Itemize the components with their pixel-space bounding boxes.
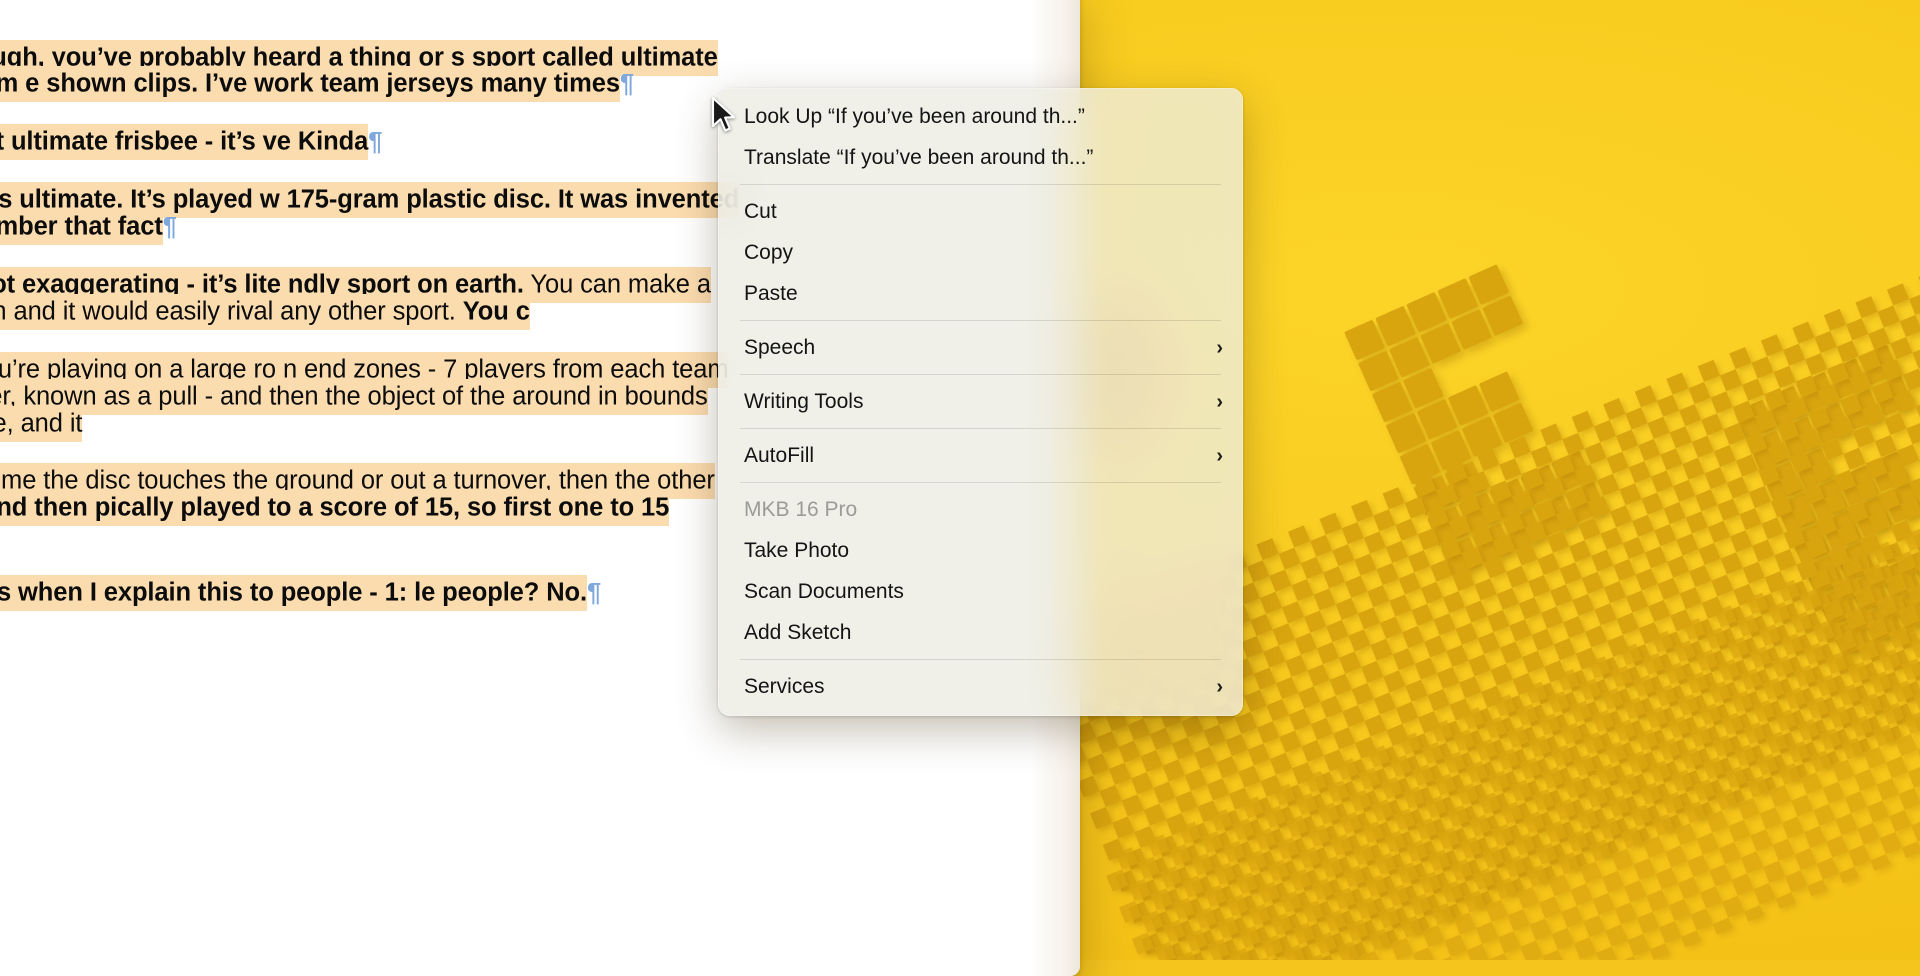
document-paragraph: nt to say it’s literally - and I’m not e… <box>0 271 751 325</box>
text-run: most frequently asked questions when I e… <box>0 579 407 607</box>
text-run: n with the disc or it's a travel. Anytim… <box>0 467 425 495</box>
pilcrow-mark: ¶ <box>368 128 382 156</box>
menu-item-label: Cut <box>744 200 1225 224</box>
menu-item-look-up[interactable]: Look Up “If you’ve been around th...” <box>718 96 1243 137</box>
text-run: he thing you should know about ultimate … <box>0 128 291 156</box>
text-run: Kinda <box>298 128 368 156</box>
pilcrow-mark: ¶ <box>587 579 601 607</box>
document-paragraph: ultimate frisbee. Better known as ultima… <box>0 187 751 241</box>
menu-item-add-sketch[interactable]: Add Sketch <box>718 612 1243 653</box>
text-run: ingle season and it would easily rival a… <box>0 297 463 325</box>
chevron-right-icon: › <box>1216 392 1223 412</box>
highlighted-text-run: ultimate frisbee. Better known as ultima… <box>0 182 739 245</box>
menu-item-services[interactable]: Services› <box>718 666 1243 707</box>
menu-item-label: Look Up “If you’ve been around th...” <box>744 105 1225 129</box>
menu-item-paste[interactable]: Paste <box>718 273 1243 314</box>
highlighted-text-run: ules are actually pretty simple - you’re… <box>0 352 728 442</box>
pilcrow-mark: ¶ <box>163 213 177 241</box>
highlighted-text-run: he thing you should know about ultimate … <box>0 124 368 160</box>
menu-item-label: Translate “If you’ve been around th...” <box>744 146 1225 170</box>
menu-separator <box>740 374 1221 375</box>
menu-item-label: Services <box>744 675 1216 699</box>
menu-separator <box>740 320 1221 321</box>
menu-item-label: Paste <box>744 282 1225 306</box>
text-context-menu[interactable]: Look Up “If you’ve been around th...” Tra… <box>718 88 1243 716</box>
menu-item-translate[interactable]: Translate “If you’ve been around th...” <box>718 137 1243 178</box>
pilcrow-mark: ¶ <box>620 70 634 98</box>
document-paragraph: ules are actually pretty simple - you’re… <box>0 356 751 437</box>
chevron-right-icon: › <box>1216 446 1223 466</box>
menu-item-label: MKB 16 Pro <box>744 498 1225 522</box>
text-run: le people? No. <box>414 579 587 607</box>
menu-item-scan-documents[interactable]: Scan Documents <box>718 571 1243 612</box>
text-run: And then <box>0 494 88 522</box>
text-run: e shown clips. I’ve work team jerseys ma… <box>25 70 620 98</box>
menu-item-speech[interactable]: Speech› <box>718 327 1243 368</box>
text-run: n 1968... remember that fact <box>0 213 163 241</box>
highlighted-text-run: most frequently asked questions when I e… <box>0 575 587 611</box>
menu-item-label: Take Photo <box>744 539 1225 563</box>
chevron-right-icon: › <box>1216 338 1223 358</box>
text-run: pically played to a score of 15, so firs… <box>0 494 669 549</box>
document-paragraph: most frequently asked questions when I e… <box>0 580 751 607</box>
menu-separator <box>740 184 1221 185</box>
menu-item-autofill[interactable]: AutoFill› <box>718 435 1243 476</box>
text-run: You c <box>463 297 530 325</box>
menu-item-label: Add Sketch <box>744 621 1225 645</box>
menu-item-label: Speech <box>744 336 1216 360</box>
text-run: ultimate frisbee. Better known as ultima… <box>0 186 280 214</box>
text-run: ndly sport on earth. <box>288 270 524 298</box>
highlighted-text-run: n with the disc or it's a travel. Anytim… <box>0 463 715 553</box>
menu-item-label: Writing Tools <box>744 390 1216 414</box>
menu-item-cut[interactable]: Cut <box>718 191 1243 232</box>
menu-item-label: Copy <box>744 241 1225 265</box>
menu-item-writing-tools[interactable]: Writing Tools› <box>718 381 1243 422</box>
highlighted-text-run: nt to say it’s literally - and I’m not e… <box>0 267 711 330</box>
menu-separator <box>740 659 1221 660</box>
menu-section-header-device: MKB 16 Pro <box>718 489 1243 530</box>
highlighted-text-run: n around this channel long enough, you’v… <box>0 40 718 103</box>
menu-item-label: Scan Documents <box>744 580 1225 604</box>
menu-separator <box>740 428 1221 429</box>
text-run: ules are actually pretty simple - you’re… <box>0 355 276 383</box>
menu-item-copy[interactable]: Copy <box>718 232 1243 273</box>
menu-item-label: AutoFill <box>744 444 1216 468</box>
document-paragraph: he thing you should know about ultimate … <box>0 129 751 156</box>
document-paragraph: n around this channel long enough, you’v… <box>0 44 751 98</box>
chevron-right-icon: › <box>1216 677 1223 697</box>
text-run: nt to say it’s literally - and I’m not e… <box>0 270 281 298</box>
text-run: isc to the other, known as a pull - and … <box>0 382 505 410</box>
menu-separator <box>740 482 1221 483</box>
text-run: n around this channel long enough, you’v… <box>0 43 444 71</box>
document-paragraph: n with the disc or it's a travel. Anytim… <box>0 468 751 549</box>
menu-item-take-photo[interactable]: Take Photo <box>718 530 1243 571</box>
